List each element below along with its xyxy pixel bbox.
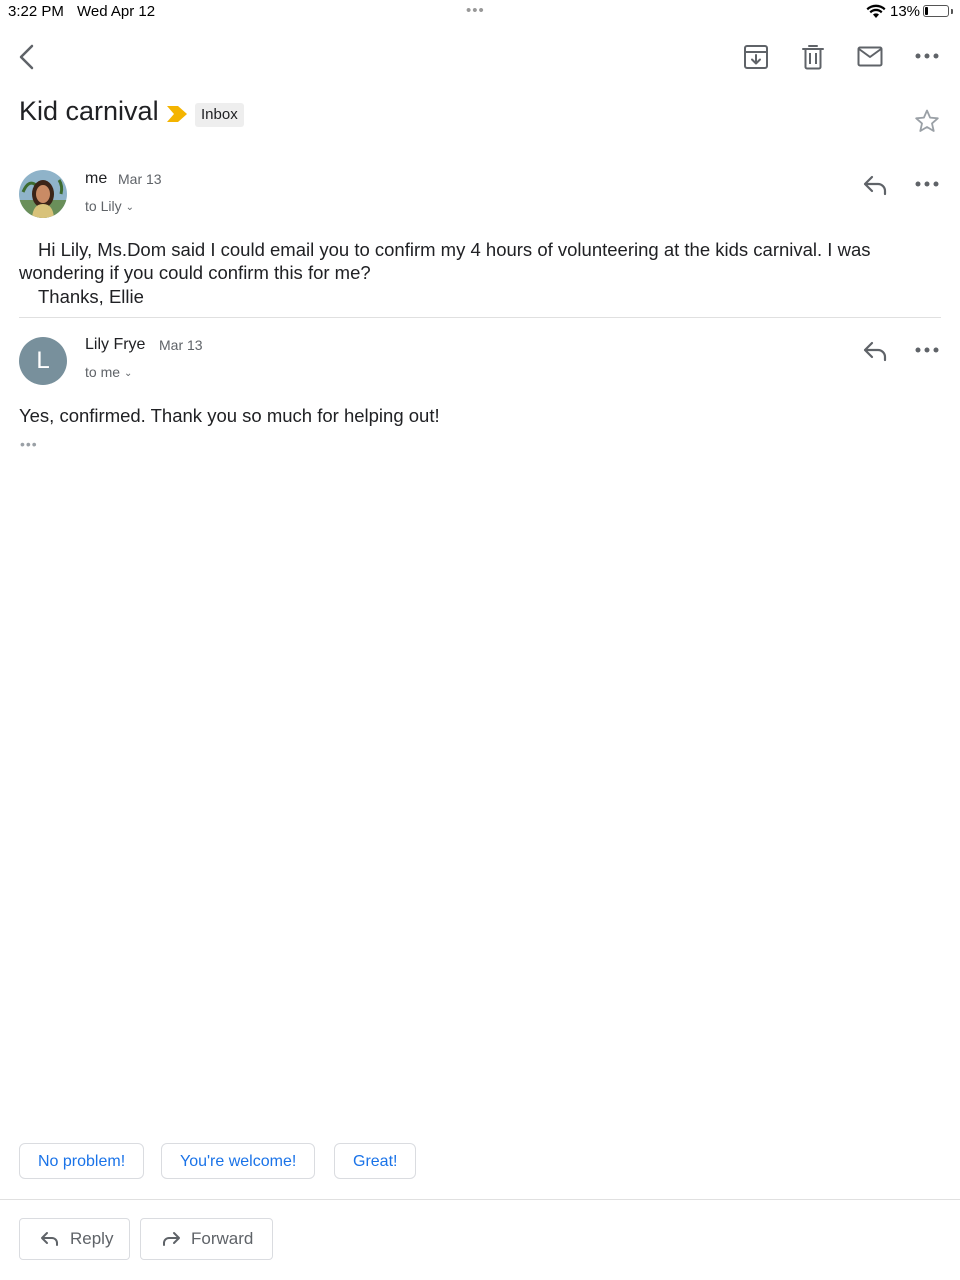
avatar-photo[interactable]	[19, 170, 67, 218]
smart-reply-great[interactable]: Great!	[334, 1143, 417, 1179]
chevron-down-icon: ⌄	[125, 202, 134, 213]
forward-button-label: Forward	[191, 1229, 254, 1248]
avatar-letter[interactable]: L	[19, 337, 67, 385]
email-subject: Kid carnival	[19, 96, 159, 126]
message-1-body-line-2: wondering if you could confirm this for …	[19, 262, 371, 283]
message-2-recipients: to me	[85, 364, 121, 380]
message-2-recipients-toggle[interactable]: to me ⌄	[85, 364, 132, 380]
message-1-sender: me	[85, 170, 108, 187]
battery-percent: 13%	[890, 3, 921, 20]
star-outline-icon[interactable]	[914, 108, 940, 134]
archive-icon[interactable]	[743, 44, 769, 70]
wifi-icon	[866, 4, 888, 20]
message-2-date: Mar 13	[159, 337, 203, 353]
reply-arrow-icon	[41, 1232, 58, 1246]
reply-icon[interactable]	[862, 174, 888, 196]
importance-marker-icon[interactable]	[166, 104, 188, 129]
message-1-recipients: to Lily	[85, 198, 122, 214]
reply-button-label: Reply	[70, 1229, 114, 1248]
reply-icon[interactable]	[862, 340, 888, 362]
bottom-divider	[0, 1199, 960, 1200]
message-1-date: Mar 13	[118, 171, 162, 187]
battery-icon	[923, 5, 949, 17]
forward-arrow-icon	[163, 1232, 180, 1246]
mail-icon[interactable]	[857, 46, 883, 68]
chevron-down-icon: ⌄	[124, 368, 133, 379]
inbox-label-chip[interactable]: Inbox	[195, 103, 244, 127]
status-time: 3:22 PM	[8, 3, 64, 20]
message-1-body-line-1: Hi Lily, Ms.Dom said I could email you t…	[38, 239, 871, 260]
message-1-recipients-toggle[interactable]: to Lily ⌄	[85, 198, 134, 214]
multitasking-indicator[interactable]: •••	[466, 2, 485, 19]
message-1-body-line-3: Thanks, Ellie	[38, 286, 144, 307]
message-more-icon[interactable]	[915, 344, 939, 356]
message-2-body: Yes, confirmed. Thank you so much for he…	[19, 405, 440, 426]
smart-reply-youre-welcome[interactable]: You're welcome!	[161, 1143, 316, 1179]
reply-button[interactable]: Reply	[19, 1218, 130, 1260]
smart-reply-no-problem[interactable]: No problem!	[19, 1143, 145, 1179]
message-2-sender: Lily Frye	[85, 336, 146, 353]
battery-level-fill	[925, 7, 928, 15]
status-date: Wed Apr 12	[77, 3, 156, 20]
show-trimmed-content-button[interactable]: •••	[20, 436, 38, 452]
message-more-icon[interactable]	[915, 178, 939, 190]
back-arrow-icon[interactable]	[16, 43, 38, 71]
forward-button[interactable]: Forward	[140, 1218, 273, 1260]
battery-nub	[951, 9, 953, 14]
message-divider	[19, 317, 941, 318]
more-horizontal-icon[interactable]	[915, 50, 939, 62]
trash-icon[interactable]	[801, 44, 825, 70]
